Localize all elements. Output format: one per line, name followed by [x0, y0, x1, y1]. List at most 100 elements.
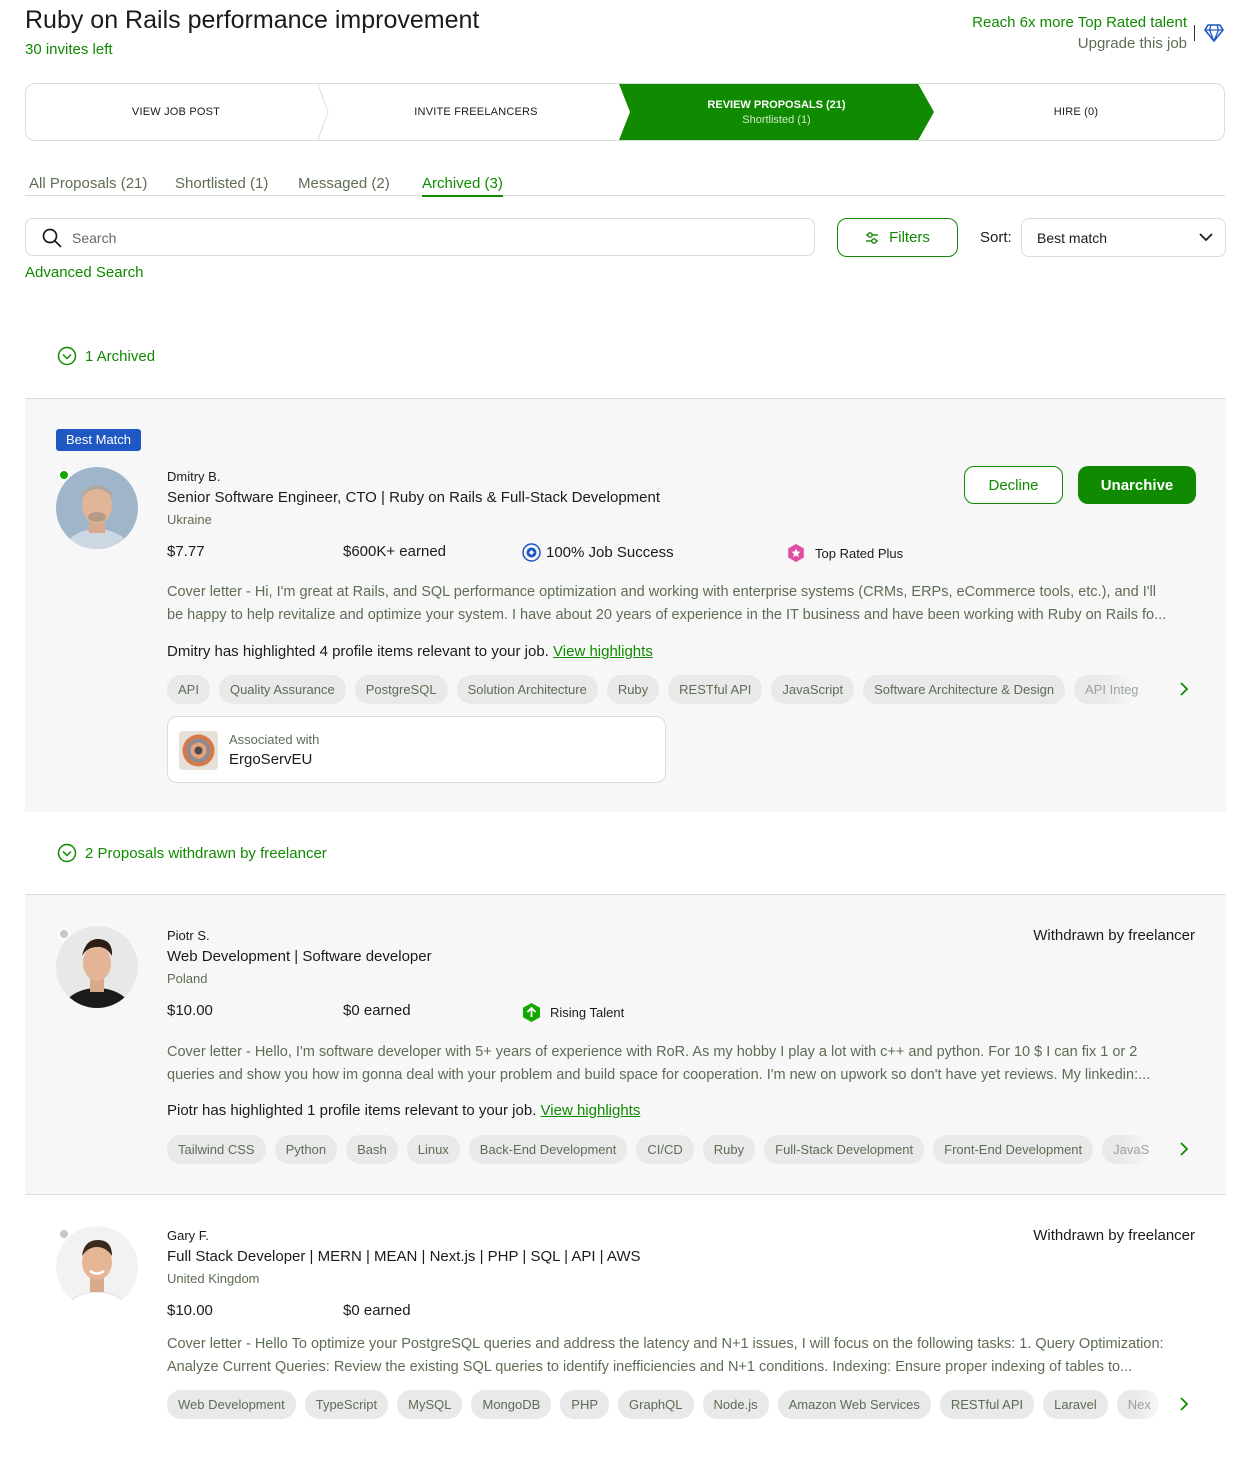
sliders-icon [866, 231, 879, 244]
skill-tag[interactable]: JavaScript [771, 675, 855, 704]
withdrawn-group-toggle[interactable]: 2 Proposals withdrawn by freelancer [57, 843, 327, 863]
skill-tag[interactable]: Node.js [702, 1390, 769, 1419]
cover-letter-line-1: Cover letter - Hi, I'm great at Rails, a… [167, 584, 1156, 600]
skill-tag[interactable]: Software Architecture & Design [863, 675, 1066, 704]
step-review-proposals[interactable]: REVIEW PROPOSALS (21) Shortlisted (1) [619, 84, 934, 140]
filters-label: Filters [889, 229, 930, 246]
unarchive-button[interactable]: Unarchive [1078, 466, 1196, 504]
skill-tag-truncated[interactable]: API Integ [1074, 675, 1139, 704]
tab-shortlisted[interactable]: Shortlisted (1) [175, 175, 268, 192]
cover-letter-line-2: queries and show you how im gonna deal w… [167, 1067, 1151, 1083]
search-placeholder: Search [72, 230, 117, 246]
hourly-rate: $7.77 [167, 543, 205, 560]
total-earned: $0 earned [343, 1302, 411, 1319]
step-view-job-post[interactable]: VIEW JOB POST [26, 84, 326, 140]
chevron-circle-icon [57, 346, 77, 366]
search-icon [42, 228, 62, 248]
top-rated-plus-label: Top Rated Plus [815, 545, 904, 561]
skill-tag-truncated[interactable]: JavaS [1102, 1135, 1151, 1164]
reach-top-rated-link[interactable]: Reach 6x more Top Rated talent [972, 14, 1187, 31]
rising-talent-label: Rising Talent [550, 1005, 625, 1020]
skill-tag[interactable]: Back-End Development [468, 1135, 628, 1164]
skill-tag[interactable]: Full-Stack Development [764, 1135, 925, 1164]
skill-tag[interactable]: Web Development [167, 1390, 296, 1419]
offline-indicator [58, 1228, 70, 1240]
header-divider [1194, 25, 1195, 41]
avatar[interactable] [56, 926, 138, 1008]
skill-tag-truncated[interactable]: Nex [1116, 1390, 1159, 1419]
withdrawn-status: Withdrawn by freelancer [1033, 1227, 1195, 1244]
top-rated-plus-icon [788, 544, 804, 562]
skill-tag[interactable]: RESTful API [668, 675, 763, 704]
skill-tag[interactable]: API [167, 675, 210, 704]
total-earned: $0 earned [343, 1002, 411, 1019]
view-highlights-link[interactable]: View highlights [541, 1102, 641, 1119]
step-review-proposals-label: REVIEW PROPOSALS (21) [707, 98, 846, 111]
skill-tag[interactable]: PostgreSQL [354, 675, 448, 704]
sort-label: Sort: [980, 229, 1012, 246]
skill-tag[interactable]: PHP [560, 1390, 610, 1419]
tab-all-proposals[interactable]: All Proposals (21) [29, 175, 147, 192]
skill-tag[interactable]: Front-End Development [933, 1135, 1094, 1164]
skill-tag[interactable]: Tailwind CSS [167, 1135, 266, 1164]
skill-tag[interactable]: Amazon Web Services [777, 1390, 931, 1419]
skill-tag[interactable]: RESTful API [939, 1390, 1035, 1419]
search-input[interactable]: Search [25, 218, 815, 256]
divider [25, 1194, 1226, 1195]
avatar[interactable] [56, 1226, 138, 1308]
freelancer-country: Ukraine [167, 512, 212, 527]
freelancer-name[interactable]: Piotr S. [167, 928, 210, 943]
sort-value: Best match [1037, 230, 1108, 246]
job-success-icon [522, 543, 541, 562]
sort-select[interactable]: Best match [1021, 218, 1226, 257]
cover-letter[interactable]: Cover letter - Hello, I'm software devel… [167, 1041, 1195, 1087]
filters-button[interactable]: Filters [837, 218, 958, 257]
tab-messaged[interactable]: Messaged (2) [298, 175, 390, 192]
skill-tag[interactable]: CI/CD [636, 1135, 694, 1164]
skill-tag[interactable]: Python [274, 1135, 338, 1164]
invites-left: 30 invites left [25, 41, 113, 58]
archived-group-toggle[interactable]: 1 Archived [57, 346, 155, 366]
job-title: Ruby on Rails performance improvement [25, 6, 480, 34]
freelancer-country: Poland [167, 971, 208, 986]
skill-tag[interactable]: Bash [346, 1135, 398, 1164]
skill-tag[interactable]: Solution Architecture [456, 675, 598, 704]
associated-agency-card[interactable]: Associated with ErgoServEU [167, 716, 666, 783]
highlights-note: Dmitry has highlighted 4 profile items r… [167, 643, 653, 660]
freelancer-headline[interactable]: Senior Software Engineer, CTO | Ruby on … [167, 489, 660, 506]
upgrade-job-link[interactable]: Upgrade this job [1078, 35, 1187, 52]
chevron-right-icon[interactable] [1174, 679, 1194, 699]
highlights-text: Dmitry has highlighted 4 profile items r… [167, 643, 549, 660]
skill-tag[interactable]: Ruby [702, 1135, 756, 1164]
tab-archived[interactable]: Archived (3) [422, 175, 503, 197]
skill-tag[interactable]: MySQL [397, 1390, 463, 1419]
freelancer-name[interactable]: Dmitry B. [167, 469, 220, 484]
step-hire[interactable]: HIRE (0) [926, 84, 1224, 140]
withdrawn-status: Withdrawn by freelancer [1033, 927, 1195, 944]
skill-tag[interactable]: Linux [406, 1135, 460, 1164]
skill-tag[interactable]: Laravel [1043, 1390, 1108, 1419]
avatar-image [56, 467, 138, 549]
chevron-right-icon[interactable] [1174, 1394, 1194, 1414]
freelancer-headline[interactable]: Full Stack Developer | MERN | MEAN | Nex… [167, 1248, 641, 1265]
skill-tag[interactable]: Quality Assurance [218, 675, 346, 704]
freelancer-name[interactable]: Gary F. [167, 1228, 209, 1243]
skill-tag[interactable]: MongoDB [471, 1390, 552, 1419]
chevron-right-icon[interactable] [1174, 1139, 1194, 1159]
decline-button[interactable]: Decline [964, 466, 1063, 504]
advanced-search-link[interactable]: Advanced Search [25, 264, 143, 281]
rising-talent-icon [523, 1003, 540, 1022]
avatar[interactable] [56, 467, 138, 549]
skill-tag[interactable]: TypeScript [304, 1390, 389, 1419]
skill-tag[interactable]: Ruby [606, 675, 660, 704]
freelancer-country: United Kingdom [167, 1271, 260, 1286]
hiring-stepper: VIEW JOB POST INVITE FREELANCERS REVIEW … [25, 83, 1225, 141]
cover-letter[interactable]: Cover letter - Hello To optimize your Po… [167, 1333, 1195, 1379]
chevron-down-icon [1199, 233, 1213, 242]
freelancer-headline[interactable]: Web Development | Software developer [167, 948, 432, 965]
cover-letter[interactable]: Cover letter - Hi, I'm great at Rails, a… [167, 581, 1195, 627]
skill-tag[interactable]: GraphQL [618, 1390, 694, 1419]
view-highlights-link[interactable]: View highlights [553, 643, 653, 660]
step-review-proposals-sub: Shortlisted (1) [742, 113, 811, 126]
step-invite-freelancers[interactable]: INVITE FREELANCERS [326, 84, 626, 140]
